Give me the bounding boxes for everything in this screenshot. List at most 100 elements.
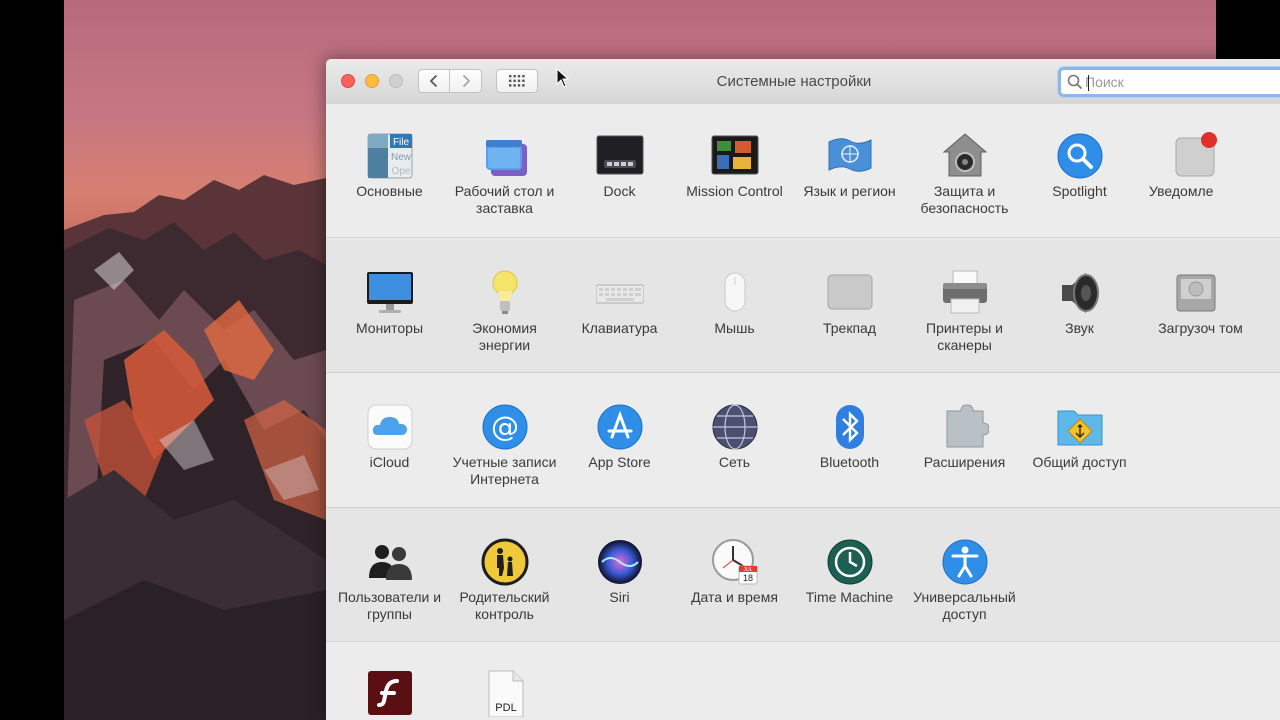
pane-printers-scanners[interactable]: Принтеры и сканеры bbox=[907, 269, 1022, 354]
pane-label: Мышь bbox=[714, 320, 755, 336]
pane-keyboard[interactable]: Клавиатура bbox=[562, 269, 677, 337]
chevron-left-icon bbox=[429, 74, 438, 88]
pane-label: Загрузоч том bbox=[1158, 320, 1243, 336]
pane-label: Расширения bbox=[923, 454, 1006, 470]
pane-label: Трекпад bbox=[823, 320, 876, 336]
pane-label: Dock bbox=[603, 183, 636, 199]
pane-internet-accounts[interactable]: @ Учетные записи Интернета bbox=[447, 403, 562, 488]
pane-label: Пользователи и группы bbox=[337, 589, 442, 622]
date-time-icon: JUL 18 bbox=[711, 538, 759, 586]
time-machine-icon bbox=[826, 538, 874, 586]
pane-mission-control[interactable]: Mission Control bbox=[677, 132, 792, 200]
pane-dock[interactable]: Dock bbox=[562, 132, 677, 200]
forward-button[interactable] bbox=[450, 69, 482, 93]
pane-desktop-screensaver[interactable]: Рабочий стол и заставка bbox=[447, 132, 562, 217]
pane-date-time[interactable]: JUL 18 Дата и время bbox=[677, 538, 792, 606]
parental-controls-icon bbox=[481, 538, 529, 586]
icloud-icon bbox=[366, 403, 414, 451]
pane-flash-player[interactable] bbox=[332, 669, 447, 717]
dock-icon bbox=[596, 132, 644, 180]
pane-extensions[interactable]: Расширения bbox=[907, 403, 1022, 471]
magnifier-icon bbox=[1067, 74, 1083, 90]
energy-saver-icon bbox=[481, 269, 529, 317]
section-system: Пользователи и группы Родительский контр… bbox=[326, 508, 1280, 642]
preferences-grid: File New Ope Основные Рабочий стол и зас… bbox=[326, 104, 1280, 720]
pane-pdl[interactable]: PDL bbox=[447, 669, 562, 718]
minimize-button[interactable] bbox=[365, 74, 379, 88]
pane-spotlight[interactable]: Spotlight bbox=[1022, 132, 1137, 200]
pane-label: Язык и регион bbox=[803, 183, 896, 199]
search-input[interactable] bbox=[1085, 71, 1280, 93]
notifications-icon bbox=[1171, 132, 1219, 180]
pane-mouse[interactable]: Мышь bbox=[677, 269, 792, 337]
pane-app-store[interactable]: App Store bbox=[562, 403, 677, 471]
app-store-icon bbox=[596, 403, 644, 451]
date-icon-day: 18 bbox=[742, 573, 752, 583]
svg-text:@: @ bbox=[491, 410, 519, 443]
startup-disk-icon bbox=[1171, 269, 1219, 317]
show-all-button[interactable] bbox=[496, 69, 538, 93]
pane-trackpad[interactable]: Трекпад bbox=[792, 269, 907, 337]
chevron-right-icon bbox=[462, 74, 470, 88]
spotlight-icon bbox=[1056, 132, 1104, 180]
extensions-icon bbox=[941, 403, 990, 451]
pane-startup-disk[interactable]: Загрузоч том bbox=[1137, 269, 1252, 337]
siri-icon bbox=[596, 538, 644, 586]
keyboard-icon bbox=[595, 269, 644, 317]
title-bar: Системные настройки bbox=[326, 59, 1280, 105]
close-button[interactable] bbox=[341, 74, 355, 88]
pane-time-machine[interactable]: Time Machine bbox=[792, 538, 907, 606]
flash-player-icon bbox=[366, 669, 414, 717]
printers-scanners-icon bbox=[941, 269, 989, 317]
pane-label: Time Machine bbox=[805, 589, 894, 605]
sound-icon bbox=[1056, 269, 1104, 317]
trackpad-icon bbox=[826, 269, 874, 317]
pane-label: Общий доступ bbox=[1032, 454, 1127, 470]
pane-displays[interactable]: Мониторы bbox=[332, 269, 447, 337]
zoom-button[interactable] bbox=[389, 74, 403, 88]
pane-siri[interactable]: Siri bbox=[562, 538, 677, 606]
security-privacy-icon bbox=[941, 132, 989, 180]
accessibility-icon bbox=[941, 538, 989, 586]
sharing-icon bbox=[1056, 403, 1104, 451]
pane-label: Клавиатура bbox=[581, 320, 658, 336]
users-groups-icon bbox=[366, 538, 414, 586]
pane-label: Siri bbox=[609, 589, 630, 605]
pane-parental-controls[interactable]: Родительский контроль bbox=[447, 538, 562, 623]
mouse-cursor bbox=[556, 68, 570, 88]
pane-sharing[interactable]: Общий доступ bbox=[1022, 403, 1137, 471]
pane-general[interactable]: File New Ope Основные bbox=[332, 132, 447, 200]
pane-label: Сеть bbox=[718, 454, 751, 470]
pane-icloud[interactable]: iCloud bbox=[332, 403, 447, 471]
network-icon bbox=[711, 403, 759, 451]
pane-security-privacy[interactable]: Защита и безопасность bbox=[907, 132, 1022, 217]
pane-notifications[interactable]: Уведомле bbox=[1137, 132, 1252, 200]
pane-energy-saver[interactable]: Экономия энергии bbox=[447, 269, 562, 354]
pane-label: Основные bbox=[356, 183, 423, 199]
pane-label: Принтеры и сканеры bbox=[926, 320, 1003, 353]
section-hardware: Мониторы Экономия энергии Клавиатура Мыш… bbox=[326, 239, 1280, 373]
language-region-icon bbox=[826, 132, 874, 180]
pane-label: App Store bbox=[588, 454, 651, 470]
general-icon: File New Ope bbox=[366, 132, 414, 180]
pane-sound[interactable]: Звук bbox=[1022, 269, 1137, 337]
system-preferences-window: Системные настройки File bbox=[326, 59, 1280, 720]
pane-users-groups[interactable]: Пользователи и группы bbox=[332, 538, 447, 623]
bluetooth-icon bbox=[826, 403, 874, 451]
displays-icon bbox=[366, 269, 414, 317]
window-title: Системные настройки bbox=[716, 73, 872, 90]
pane-label: Mission Control bbox=[686, 183, 783, 199]
internet-accounts-icon: @ bbox=[481, 403, 529, 451]
pane-language-region[interactable]: Язык и регион bbox=[792, 132, 907, 200]
pane-label: Универсальный доступ bbox=[913, 589, 1016, 622]
pane-network[interactable]: Сеть bbox=[677, 403, 792, 471]
svg-text:File: File bbox=[392, 137, 409, 148]
pane-bluetooth[interactable]: Bluetooth bbox=[792, 403, 907, 471]
svg-text:New: New bbox=[390, 152, 411, 163]
search-field[interactable] bbox=[1058, 67, 1280, 97]
grid-icon bbox=[509, 75, 525, 87]
mission-control-icon bbox=[711, 132, 759, 180]
back-button[interactable] bbox=[418, 69, 450, 93]
pane-accessibility[interactable]: Универсальный доступ bbox=[907, 538, 1022, 623]
pane-label: iCloud bbox=[369, 454, 410, 470]
